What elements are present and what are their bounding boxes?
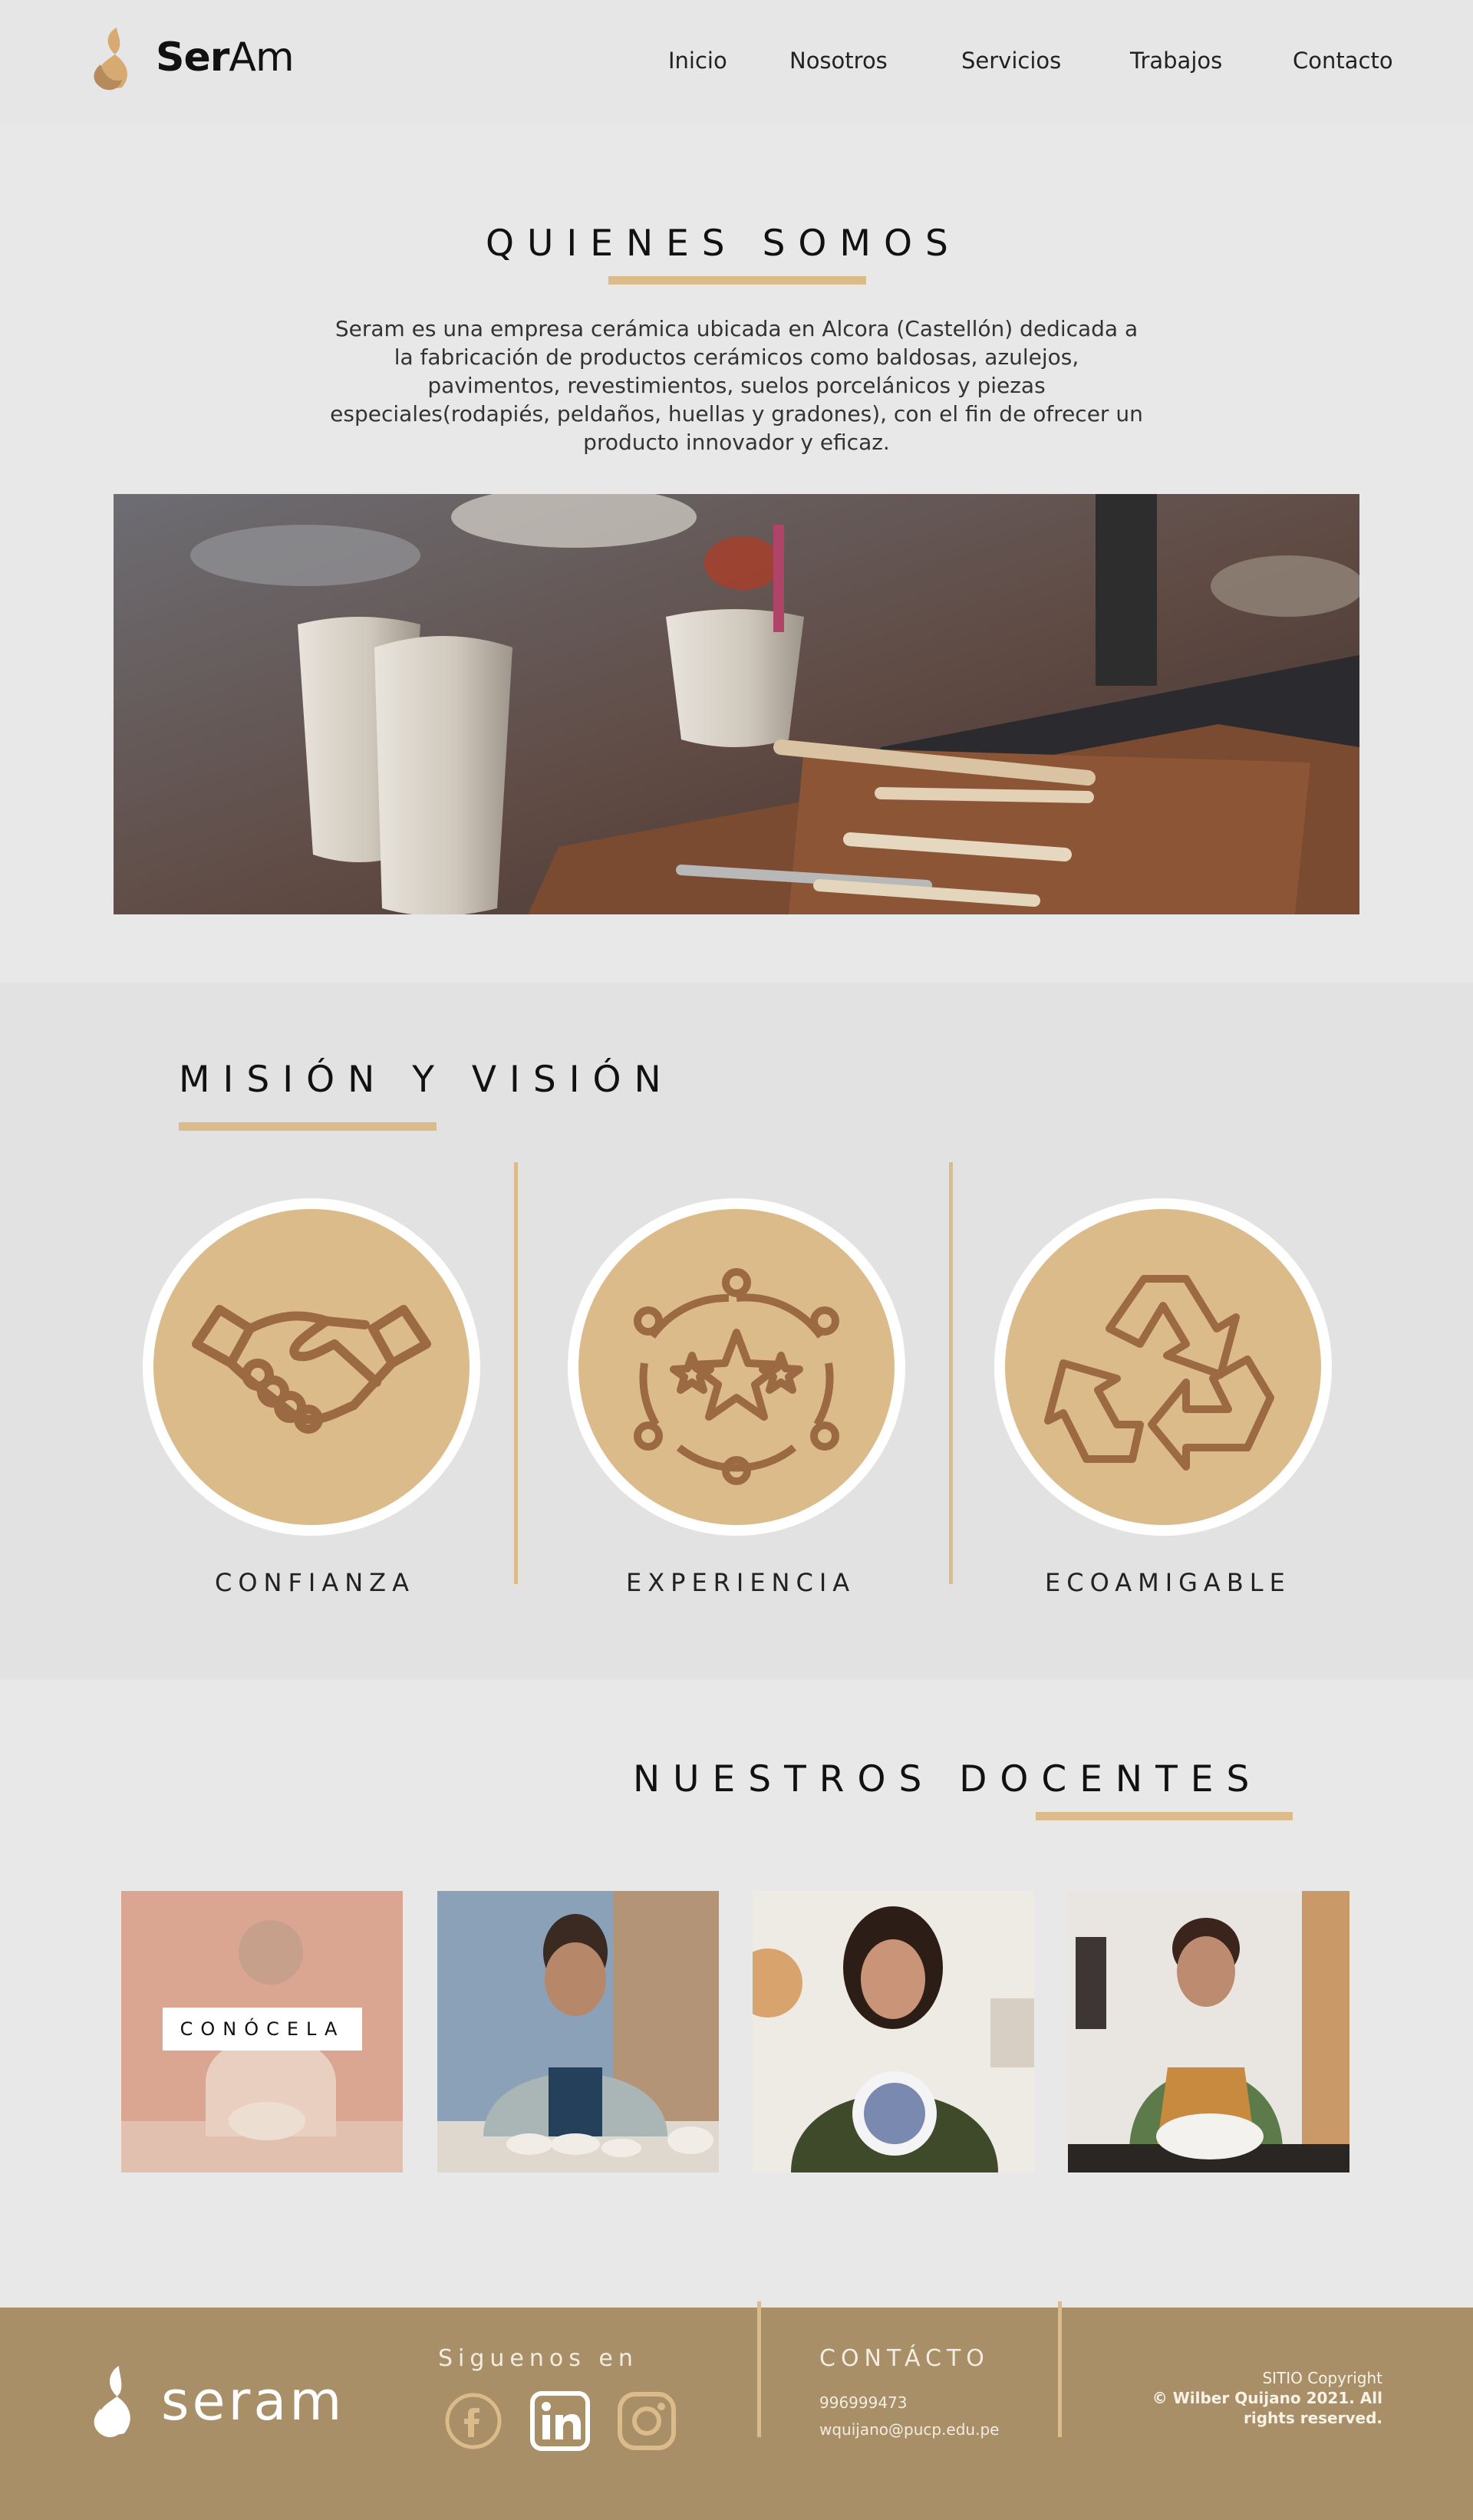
team-title-underline (1036, 1812, 1293, 1820)
mission-divider-1 (514, 1162, 518, 1584)
recycle-icon (1044, 1275, 1274, 1471)
ecoamigable-circle (994, 1198, 1332, 1536)
contact-phone[interactable]: 996999473 (819, 2393, 908, 2412)
nav-contacto[interactable]: Contacto (1293, 48, 1393, 74)
footer-logo[interactable]: seram (90, 2363, 344, 2439)
confianza-circle (143, 1198, 480, 1536)
nav-trabajos[interactable]: Trabajos (1130, 48, 1222, 74)
page: SerAm Inicio Nosotros Servicios Trabajos… (0, 0, 1473, 2520)
mission-divider-2 (949, 1162, 953, 1584)
footer-divider-2 (1058, 2301, 1062, 2437)
follow-us-label: Siguenos en (438, 2345, 638, 2372)
copyright-line-2: © Wilber Quijano 2021. All rights reserv… (1152, 2389, 1382, 2427)
experiencia-circle (568, 1198, 905, 1536)
nav-nosotros[interactable]: Nosotros (789, 48, 888, 74)
mission-title-underline (179, 1122, 437, 1131)
copyright-block: SITIO Copyright © Wilber Quijano 2021. A… (1106, 2368, 1382, 2428)
footer-brand-name: seram (161, 2370, 345, 2433)
top-navigation: SerAm Inicio Nosotros Servicios Trabajos… (0, 0, 1473, 125)
nav-inicio[interactable]: Inicio (668, 48, 727, 74)
brand-logo[interactable]: SerAm (90, 23, 295, 92)
about-title-underline (608, 276, 866, 285)
teacher-card-3[interactable] (753, 1891, 1034, 2172)
instagram-icon[interactable] (615, 2390, 678, 2452)
seram-logo-icon (94, 28, 127, 91)
conocela-button[interactable]: CONÓCELA (163, 2008, 362, 2051)
brand-name: SerAm (156, 35, 295, 81)
copyright-line-1: SITIO Copyright (1262, 2369, 1382, 2387)
about-title: QUIENES SOMOS (486, 222, 961, 265)
handshake-icon (192, 1305, 431, 1434)
nav-servicios[interactable]: Servicios (961, 48, 1061, 74)
ceramics-workshop-image (114, 494, 1359, 914)
mission-title: MISIÓN Y VISIÓN (179, 1059, 674, 1101)
stars-icon (634, 1268, 839, 1485)
confianza-label: CONFIANZA (215, 1568, 415, 1597)
contact-title: CONTÁCTO (819, 2345, 990, 2372)
team-title: NUESTROS DOCENTES (633, 1758, 1263, 1800)
experiencia-label: EXPERIENCIA (626, 1568, 856, 1597)
facebook-icon[interactable] (442, 2390, 505, 2452)
teacher-card-2[interactable] (437, 1891, 719, 2172)
about-description: Seram es una empresa cerámica ubicada en… (330, 316, 1143, 455)
contact-email[interactable]: wquijano@pucp.edu.pe (819, 2420, 999, 2439)
linkedin-icon[interactable] (529, 2390, 592, 2452)
ecoamigable-label: ECOAMIGABLE (1045, 1568, 1291, 1597)
footer-divider-1 (757, 2301, 761, 2437)
teacher-card-4[interactable] (1068, 1891, 1349, 2172)
seram-logo-white-icon (94, 2366, 130, 2438)
